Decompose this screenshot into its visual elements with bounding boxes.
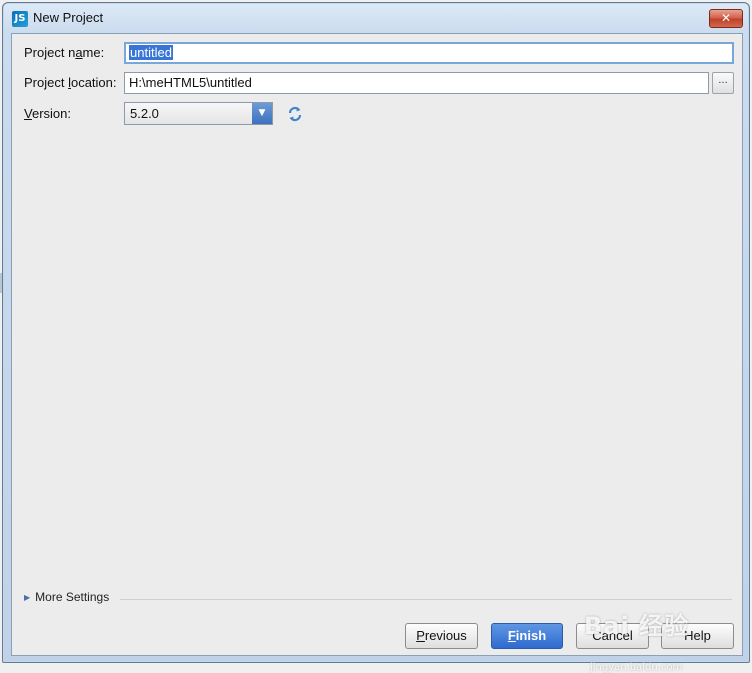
previous-button[interactable]: Previous: [405, 623, 478, 649]
refresh-icon[interactable]: [286, 105, 304, 123]
project-location-label: Project location:: [24, 75, 117, 90]
project-name-input[interactable]: untitled: [124, 42, 734, 64]
project-name-value: untitled: [129, 45, 173, 60]
more-settings-label: More Settings: [35, 590, 110, 604]
version-label: Version:: [24, 106, 71, 121]
close-button[interactable]: ✕: [709, 9, 743, 28]
title-bar[interactable]: JS New Project ✕: [3, 3, 749, 33]
version-select[interactable]: 5.2.0 ▼: [124, 102, 273, 125]
more-settings-toggle[interactable]: ▶ More Settings: [24, 590, 109, 604]
chevron-down-icon[interactable]: ▼: [252, 103, 272, 124]
watermark-url: jingyan.baidu.com: [590, 662, 683, 673]
new-project-dialog: JS New Project ✕ Project name: untitled …: [2, 2, 750, 673]
project-name-label: Project name:: [24, 45, 105, 60]
project-location-input[interactable]: H:\meHTML5\untitled: [124, 72, 709, 94]
finish-button[interactable]: Finish: [491, 623, 563, 649]
watermark-logo: Bai 经验: [584, 612, 690, 640]
window-title: New Project: [33, 10, 104, 25]
expand-arrow-icon: ▶: [24, 593, 31, 602]
divider: [120, 599, 732, 600]
app-logo-icon: JS: [12, 11, 28, 27]
version-value: 5.2.0: [130, 106, 159, 121]
dialog-content: Project name: untitled Project location:…: [11, 33, 743, 673]
browse-button[interactable]: ...: [712, 72, 734, 94]
